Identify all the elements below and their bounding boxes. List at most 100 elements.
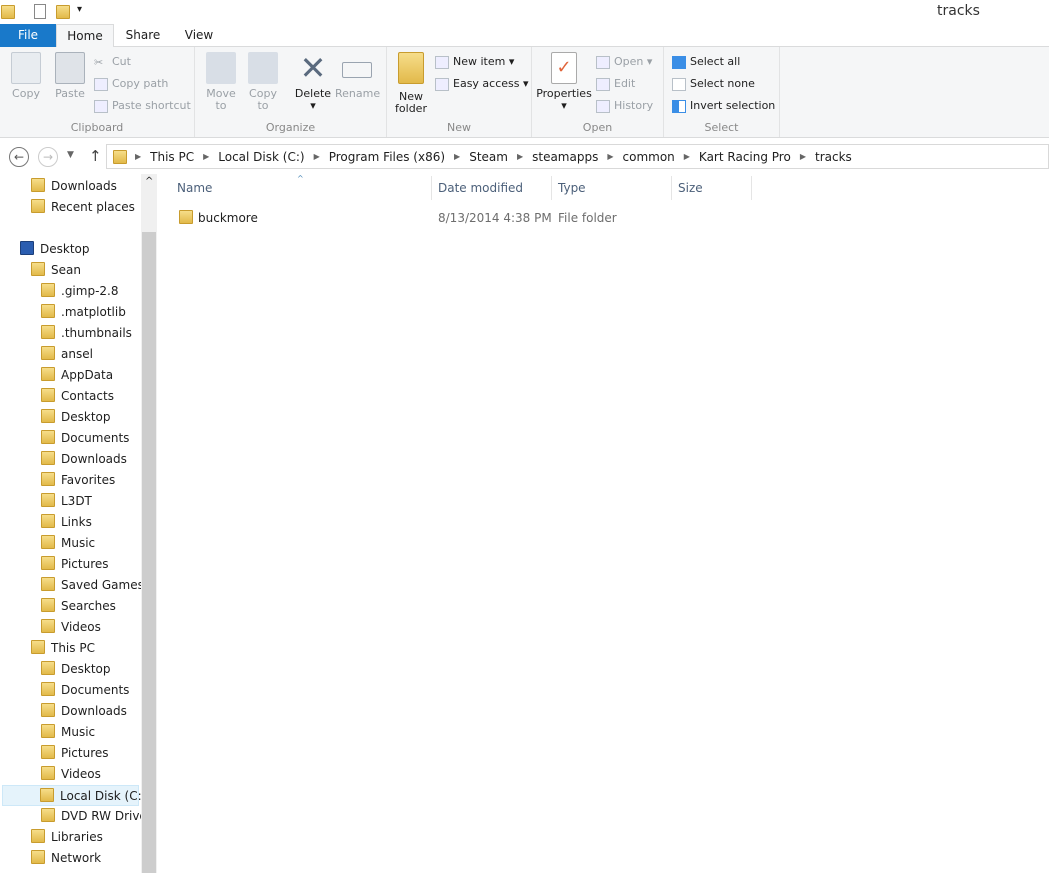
nav-item[interactable]: .matplotlib xyxy=(41,302,126,323)
nav-item[interactable]: .gimp-2.8 xyxy=(41,281,119,302)
recent-locations-dropdown[interactable]: ▼ xyxy=(67,150,74,160)
nav-item[interactable]: Links xyxy=(41,512,92,533)
nav-item[interactable]: Searches xyxy=(41,596,116,617)
nav-item[interactable]: Videos xyxy=(41,617,101,638)
column-divider[interactable] xyxy=(431,176,432,200)
chevron-right-icon[interactable]: ▶ xyxy=(684,152,690,161)
nav-item[interactable]: AppData xyxy=(41,365,113,386)
nav-item[interactable]: Downloads xyxy=(41,701,127,722)
paste-shortcut-label: Paste shortcut xyxy=(112,99,191,112)
nav-item[interactable]: Desktop xyxy=(41,407,111,428)
delete-button[interactable]: ✕ Delete ▾ xyxy=(293,52,333,112)
nav-item[interactable]: Contacts xyxy=(41,386,114,407)
breadcrumb-item[interactable]: tracks xyxy=(815,150,852,164)
quick-access-toolbar: ▾ xyxy=(0,0,1049,24)
nav-item[interactable]: Documents xyxy=(41,428,129,449)
new-folder-button[interactable]: New folder xyxy=(393,52,429,115)
nav-item[interactable]: ansel xyxy=(41,344,93,365)
chevron-right-icon[interactable]: ▶ xyxy=(203,152,209,161)
nav-item[interactable]: Downloads xyxy=(31,176,117,197)
nav-item[interactable]: DVD RW Drive ( xyxy=(41,806,141,827)
nav-item[interactable]: Desktop xyxy=(41,659,111,680)
select-none-button[interactable]: Select none xyxy=(672,77,755,91)
breadcrumb-item[interactable]: This PC xyxy=(150,150,194,164)
nav-item[interactable]: Pictures xyxy=(41,554,109,575)
tab-home[interactable]: Home xyxy=(56,24,114,48)
open-button[interactable]: Open ▾ xyxy=(596,55,652,69)
breadcrumb-item[interactable]: steamapps xyxy=(532,150,598,164)
nav-item[interactable]: Music xyxy=(41,722,95,743)
column-divider[interactable] xyxy=(751,176,752,200)
history-button[interactable]: History xyxy=(596,99,653,113)
copy-to-button[interactable]: Copy to xyxy=(245,52,281,112)
tab-share[interactable]: Share xyxy=(124,24,162,47)
nav-item[interactable]: Documents xyxy=(41,680,129,701)
tab-view[interactable]: View xyxy=(182,24,216,47)
folder-icon xyxy=(41,514,55,528)
breadcrumb-item[interactable]: Program Files (x86) xyxy=(329,150,445,164)
select-all-button[interactable]: Select all xyxy=(672,55,740,69)
tab-file[interactable]: File xyxy=(0,24,56,47)
properties-button[interactable]: ✓ Properties ▾ xyxy=(536,52,592,112)
nav-item[interactable]: Local Disk (C:) xyxy=(2,785,141,806)
easy-access-button[interactable]: Easy access ▾ xyxy=(435,77,529,91)
column-header-size[interactable]: Size xyxy=(678,181,703,195)
chevron-right-icon[interactable]: ▶ xyxy=(454,152,460,161)
chevron-right-icon[interactable]: ▶ xyxy=(135,152,141,161)
cut-button[interactable]: ✂ Cut xyxy=(94,55,131,69)
navigation-scrollbar[interactable]: ^ xyxy=(141,174,157,873)
folder-icon xyxy=(31,829,45,843)
paste-icon xyxy=(55,52,85,84)
nav-item[interactable]: Downloads xyxy=(41,449,127,470)
chevron-right-icon[interactable]: ▶ xyxy=(607,152,613,161)
breadcrumb-item[interactable]: Local Disk (C:) xyxy=(218,150,304,164)
breadcrumb-item[interactable]: common xyxy=(623,150,675,164)
new-folder-icon[interactable] xyxy=(56,5,70,19)
scroll-up-icon[interactable]: ^ xyxy=(145,176,153,187)
invert-selection-button[interactable]: Invert selection xyxy=(672,99,775,113)
chevron-right-icon[interactable]: ▶ xyxy=(800,152,806,161)
breadcrumb-item[interactable]: Steam xyxy=(469,150,508,164)
file-name[interactable]: buckmore xyxy=(198,211,258,225)
column-header-type[interactable]: Type xyxy=(558,181,586,195)
nav-item[interactable]: Favorites xyxy=(41,470,115,491)
move-to-button[interactable]: Move to xyxy=(203,52,239,112)
nav-item[interactable]: Sean xyxy=(31,260,81,281)
copy-path-button[interactable]: Copy path xyxy=(94,77,168,91)
nav-item[interactable]: This PC xyxy=(31,638,95,659)
nav-item[interactable]: L3DT xyxy=(41,491,92,512)
folder-icon xyxy=(41,661,55,675)
copy-button[interactable]: Copy xyxy=(8,52,44,100)
nav-item[interactable]: Libraries xyxy=(31,827,103,848)
nav-item[interactable]: Network xyxy=(31,848,101,869)
back-button[interactable]: ← xyxy=(9,147,29,167)
column-header-name[interactable]: Name xyxy=(177,181,212,195)
breadcrumb[interactable]: ▶ This PC ▶ Local Disk (C:) ▶ Program Files … xyxy=(106,144,1049,169)
nav-item[interactable]: Desktop xyxy=(20,239,90,260)
customize-dropdown-icon[interactable]: ▾ xyxy=(77,4,82,15)
edit-button[interactable]: Edit xyxy=(596,77,635,91)
nav-item[interactable]: Music xyxy=(41,533,95,554)
rename-button[interactable]: Rename xyxy=(335,52,380,100)
paste-button[interactable]: Paste xyxy=(52,52,88,100)
scrollbar-thumb[interactable] xyxy=(142,232,156,873)
column-divider[interactable] xyxy=(671,176,672,200)
paste-shortcut-button[interactable]: Paste shortcut xyxy=(94,99,191,113)
up-button[interactable]: ↑ xyxy=(89,147,102,165)
column-header-date-modified[interactable]: Date modified xyxy=(438,181,523,195)
nav-item[interactable]: Recent places xyxy=(31,197,135,218)
nav-item[interactable]: Saved Games xyxy=(41,575,141,596)
forward-button[interactable]: → xyxy=(38,147,58,167)
column-divider[interactable] xyxy=(551,176,552,200)
breadcrumb-item[interactable]: Kart Racing Pro xyxy=(699,150,791,164)
nav-item[interactable]: Videos xyxy=(41,764,101,785)
chevron-right-icon[interactable]: ▶ xyxy=(517,152,523,161)
chevron-right-icon[interactable]: ▶ xyxy=(314,152,320,161)
properties-icon[interactable] xyxy=(34,4,46,19)
open-label: Open xyxy=(614,55,644,68)
nav-item[interactable]: .thumbnails xyxy=(41,323,132,344)
nav-item[interactable]: Pictures xyxy=(41,743,109,764)
navigation-pane: Downloads Recent places Desktop Sean .gimp-2… xyxy=(0,174,141,873)
nav-item-label: Music xyxy=(61,536,96,550)
new-item-button[interactable]: New item ▾ xyxy=(435,55,514,69)
